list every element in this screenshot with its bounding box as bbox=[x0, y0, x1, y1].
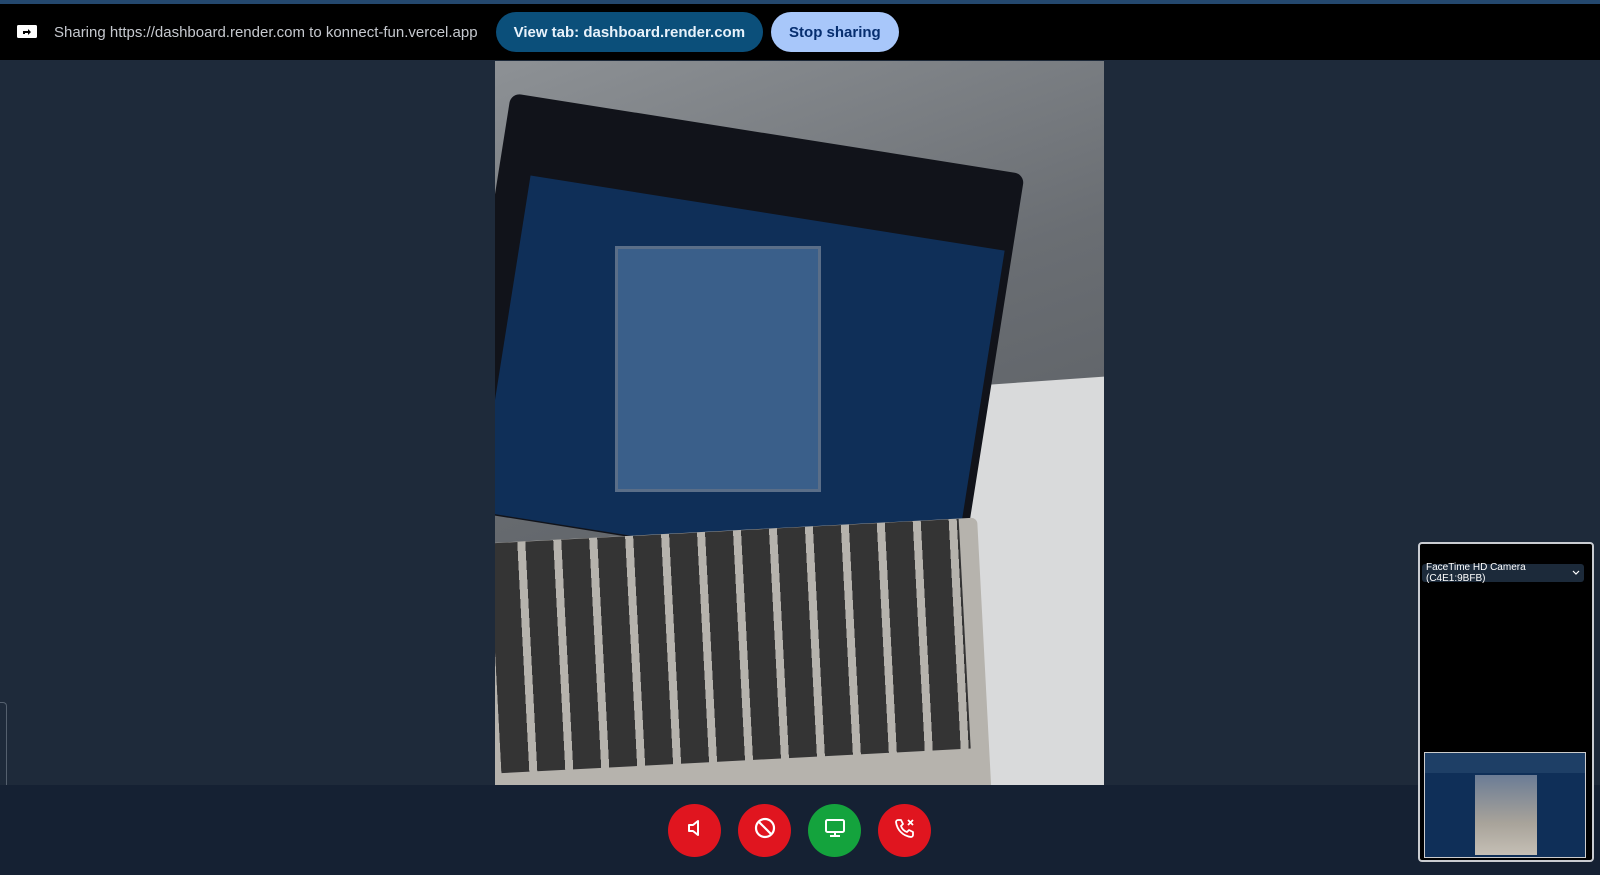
chevron-down-icon bbox=[1572, 568, 1580, 579]
self-video-preview bbox=[1424, 752, 1586, 858]
preview-feed bbox=[1475, 775, 1537, 855]
camera-select-value: FaceTime HD Camera (C4E1:9BFB) bbox=[1426, 562, 1526, 584]
end-call-icon bbox=[893, 816, 917, 845]
preview-browser-bar bbox=[1425, 753, 1585, 773]
end-call-button[interactable] bbox=[878, 804, 931, 857]
block-video-icon bbox=[753, 816, 777, 845]
video-recursive-feed bbox=[615, 246, 821, 492]
mute-audio-button[interactable] bbox=[668, 804, 721, 857]
camera-select[interactable]: FaceTime HD Camera (C4E1:9BFB) bbox=[1422, 562, 1584, 584]
view-tab-button[interactable]: View tab: dashboard.render.com bbox=[495, 12, 764, 52]
stop-sharing-button[interactable]: Stop sharing bbox=[771, 12, 899, 52]
call-controls bbox=[668, 804, 931, 857]
video-keys bbox=[495, 518, 971, 774]
screen-share-bar: Sharing https://dashboard.render.com to … bbox=[0, 4, 1600, 60]
self-view-panel: FaceTime HD Camera (C4E1:9BFB) bbox=[1418, 542, 1594, 862]
speaker-mute-icon bbox=[684, 817, 706, 844]
screen-share-icon bbox=[16, 23, 38, 41]
sharing-status-text: Sharing https://dashboard.render.com to … bbox=[54, 23, 478, 41]
screen-share-icon bbox=[823, 816, 847, 845]
toggle-video-button[interactable] bbox=[738, 804, 791, 857]
remote-video-stream bbox=[495, 61, 1104, 785]
share-screen-button[interactable] bbox=[808, 804, 861, 857]
